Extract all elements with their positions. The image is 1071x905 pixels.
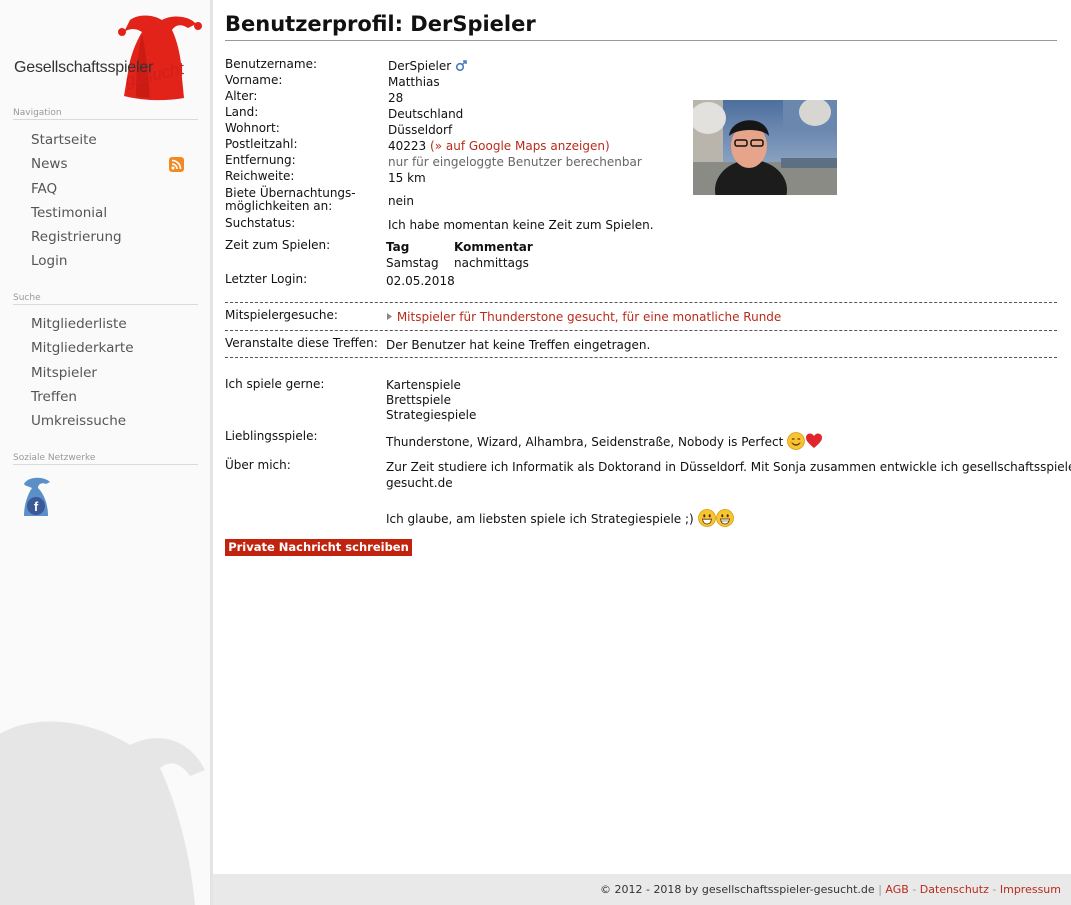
- likes-list: Kartenspiele Brettspiele Strategiespiele: [386, 378, 476, 423]
- about-text: Zur Zeit studiere ich Informatik als Dok…: [386, 459, 1071, 527]
- divider: [225, 302, 1057, 303]
- google-maps-link[interactable]: (» auf Google Maps anzeigen): [430, 139, 610, 153]
- triangle-bullet-icon: [387, 313, 392, 320]
- datenschutz-link[interactable]: Datenschutz: [920, 883, 989, 896]
- nav-item-treffen[interactable]: Treffen: [31, 385, 191, 409]
- cell-day: Samstag: [386, 256, 439, 270]
- sidebar: Gesellschaftsspieler gesucht Navigation …: [0, 0, 213, 905]
- about-line1: Zur Zeit studiere ich Informatik als Dok…: [386, 460, 1071, 474]
- nav-item-startseite[interactable]: Startseite: [31, 128, 191, 152]
- player-search-link[interactable]: Mitspieler für Thunderstone gesucht, für…: [397, 310, 781, 324]
- field-value: Deutschland: [388, 107, 464, 121]
- field-label: Land:: [225, 105, 259, 119]
- nav-item-mitspieler[interactable]: Mitspieler: [31, 361, 191, 385]
- navigation-list: Startseite News FAQ Testimonial Registri…: [31, 128, 191, 274]
- field-label-line1: Biete Übernachtungs-: [225, 186, 356, 200]
- field-label: Benutzername:: [225, 57, 318, 71]
- jester-hat-logo-icon: [118, 15, 202, 101]
- field-label: Wohnort:: [225, 121, 280, 135]
- smile-emoji-icon: [787, 432, 806, 450]
- site-logo[interactable]: Gesellschaftsspieler gesucht: [12, 12, 202, 102]
- field-value: Düsseldorf: [388, 123, 453, 137]
- field-value: 15 km: [388, 171, 426, 185]
- field-label: Biete Übernachtungs- möglichkeiten an:: [225, 187, 385, 213]
- footer-separator: |: [878, 883, 882, 896]
- table-row: Samstag nachmittags: [386, 255, 586, 271]
- cell-comment: nachmittags: [454, 256, 529, 270]
- field-label: Ich spiele gerne:: [225, 377, 325, 391]
- field-label: Vorname:: [225, 73, 283, 87]
- postal-code-value: 40223: [388, 139, 427, 153]
- field-value: Der Benutzer hat keine Treffen eingetrag…: [386, 338, 651, 352]
- agb-link[interactable]: AGB: [885, 883, 908, 896]
- field-value: 02.05.2018: [386, 274, 455, 288]
- svg-text:f: f: [34, 499, 39, 514]
- impressum-link[interactable]: Impressum: [1000, 883, 1061, 896]
- field-label: Suchstatus:: [225, 216, 296, 230]
- copyright-text: © 2012 - 2018 by gesellschaftsspieler-ge…: [599, 883, 875, 896]
- happy-emoji-icon: [715, 509, 734, 527]
- jester-watermark-icon: [0, 721, 205, 905]
- nav-item-news-label: News: [31, 156, 68, 173]
- social-heading: Soziale Netzwerke: [13, 453, 198, 465]
- footer-separator: -: [912, 883, 917, 896]
- page-title: Benutzerprofil: DerSpieler: [225, 12, 1057, 41]
- col-header-comment: Kommentar: [454, 240, 533, 254]
- facebook-icon[interactable]: f: [16, 474, 56, 520]
- field-label: Über mich:: [225, 458, 291, 472]
- field-label: Reichweite:: [225, 169, 295, 183]
- list-item: Brettspiele: [386, 393, 451, 407]
- favorites-value: Thunderstone, Wizard, Alhambra, Seidenst…: [386, 435, 784, 449]
- field-label: Mitspielergesuche:: [225, 308, 338, 322]
- nav-item-mitgliederkarte[interactable]: Mitgliederkarte: [31, 336, 191, 360]
- search-list: Mitgliederliste Mitgliederkarte Mitspiel…: [31, 312, 191, 433]
- field-label: Alter:: [225, 89, 258, 103]
- about-line2: gesucht.de: [386, 476, 453, 490]
- heart-emoji-icon: [806, 433, 823, 448]
- username-value: DerSpieler: [388, 59, 452, 73]
- private-message-button[interactable]: Private Nachricht schreiben: [225, 539, 412, 556]
- list-item: Kartenspiele: [386, 378, 461, 392]
- main-content: Benutzerprofil: DerSpieler Benutzername:…: [225, 12, 1071, 556]
- field-label: Lieblingsspiele:: [225, 429, 318, 443]
- divider: [225, 330, 1057, 331]
- nav-item-registrierung[interactable]: Registrierung: [31, 225, 191, 249]
- field-value: 28: [388, 91, 404, 105]
- navigation-heading: Navigation: [13, 108, 198, 120]
- profile-photo-image: [693, 100, 837, 195]
- field-label: Postleitzahl:: [225, 137, 298, 151]
- field-label: Letzter Login:: [225, 272, 308, 286]
- search-heading: Suche: [13, 293, 198, 305]
- field-label: Zeit zum Spielen:: [225, 238, 331, 252]
- nav-item-mitgliederliste[interactable]: Mitgliederliste: [31, 312, 191, 336]
- list-item: Strategiespiele: [386, 408, 477, 422]
- play-time-table: Tag Kommentar Samstag nachmittags: [386, 239, 586, 271]
- field-value: nein: [388, 194, 414, 208]
- rss-feed-icon[interactable]: [169, 157, 184, 173]
- footer: © 2012 - 2018 by gesellschaftsspieler-ge…: [213, 874, 1071, 905]
- field-value: Ich habe momentan keine Zeit zum Spielen…: [388, 218, 654, 232]
- nav-item-news[interactable]: News: [31, 152, 191, 176]
- field-value: nur für eingeloggte Benutzer berechenbar: [388, 155, 642, 169]
- field-value: Matthias: [388, 75, 440, 89]
- footer-separator: -: [992, 883, 997, 896]
- divider: [225, 357, 1057, 358]
- male-gender-icon: [455, 60, 467, 72]
- nav-item-faq[interactable]: FAQ: [31, 177, 191, 201]
- nav-item-umkreissuche[interactable]: Umkreissuche: [31, 409, 191, 433]
- about-line3: Ich glaube, am liebsten spiele ich Strat…: [386, 512, 694, 526]
- field-label: Entfernung:: [225, 153, 296, 167]
- nav-item-testimonial[interactable]: Testimonial: [31, 201, 191, 225]
- grin-emoji-icon: [697, 509, 716, 527]
- profile-photo: [693, 100, 837, 195]
- field-label: Veranstalte diese Treffen:: [225, 336, 378, 350]
- nav-item-login[interactable]: Login: [31, 249, 191, 273]
- field-label-line2: möglichkeiten an:: [225, 199, 333, 213]
- col-header-day: Tag: [386, 240, 410, 254]
